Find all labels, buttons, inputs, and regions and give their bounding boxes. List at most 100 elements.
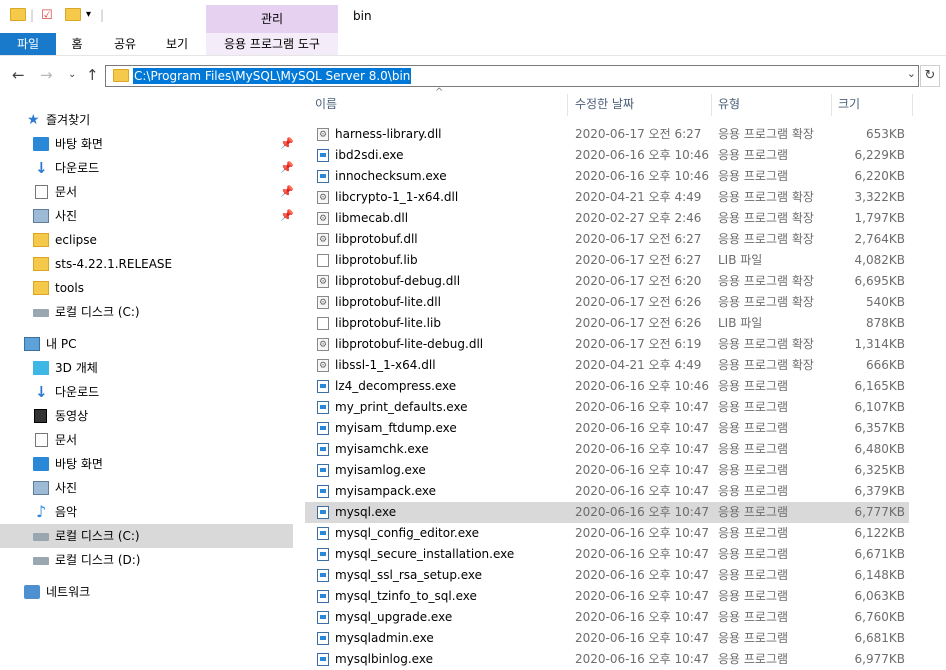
file-row[interactable]: mysql_ssl_rsa_setup.exe 2020-06-16 오후 10:…: [305, 565, 909, 586]
column-header-size[interactable]: 크기: [838, 92, 898, 116]
file-row[interactable]: libprotobuf.lib 2020-06-17 오전 6:27 LIB 파일 4…: [305, 250, 909, 271]
nav-item-tools[interactable]: tools: [0, 276, 293, 300]
file-size: 6,229KB: [854, 148, 905, 162]
file-row[interactable]: my_print_defaults.exe 2020-06-16 오후 10:47…: [305, 397, 909, 418]
file-row[interactable]: mysql_tzinfo_to_sql.exe 2020-06-16 오후 10:…: [305, 586, 909, 607]
nav-item-desktop[interactable]: 바탕 화면 📌: [0, 132, 294, 156]
file-name: libprotobuf-debug.dll: [335, 274, 461, 288]
nav-item-local-disk-c-quick[interactable]: 로컬 디스크 (C:): [0, 300, 293, 324]
nav-item-3d-objects[interactable]: 3D 개체: [0, 356, 293, 380]
nav-item-quick-access[interactable]: ★ 즐겨찾기: [0, 108, 293, 132]
download-icon: ↓: [35, 159, 48, 177]
file-size: 6,760KB: [854, 610, 905, 624]
properties-check-icon[interactable]: ☑: [41, 8, 53, 26]
file-date: 2020-06-16 오후 10:47: [575, 589, 710, 603]
file-row[interactable]: myisam_ftdump.exe 2020-06-16 오후 10:47 응용 프…: [305, 418, 909, 439]
file-row[interactable]: ibd2sdi.exe 2020-06-16 오후 10:46 응용 프로그램 6,2…: [305, 145, 909, 166]
file-date: 2020-06-16 오후 10:47: [575, 442, 710, 456]
file-type: 응용 프로그램: [718, 631, 789, 645]
file-type: 응용 프로그램 확장: [718, 232, 814, 246]
file-row[interactable]: libprotobuf-lite.lib 2020-06-17 오전 6:26 LI…: [305, 313, 909, 334]
column-divider[interactable]: [831, 94, 832, 116]
file-size: 6,671KB: [854, 547, 905, 561]
file-size: 6,977KB: [854, 652, 905, 666]
column-header-name[interactable]: 이름: [315, 92, 565, 116]
column-divider[interactable]: [567, 94, 568, 116]
chevron-down-icon[interactable]: ⌄: [907, 67, 916, 80]
folder-icon[interactable]: [10, 8, 26, 26]
file-row[interactable]: libprotobuf-debug.dll 2020-06-17 오전 6:20 응…: [305, 271, 909, 293]
nav-item-documents-pc[interactable]: 문서: [0, 428, 293, 452]
file-row[interactable]: mysql_upgrade.exe 2020-06-16 오후 10:47 응용 프…: [305, 607, 909, 628]
file-row[interactable]: libprotobuf.dll 2020-06-17 오전 6:27 응용 프로그램…: [305, 229, 909, 251]
file-icon: [317, 254, 329, 267]
forward-arrow-icon[interactable]: →: [40, 66, 53, 84]
nav-item-label: 바탕 화면: [55, 137, 103, 151]
column-header-type[interactable]: 유형: [718, 92, 828, 116]
file-row[interactable]: lz4_decompress.exe 2020-06-16 오후 10:46 응용 …: [305, 376, 909, 397]
tab-share[interactable]: 공유: [108, 33, 142, 55]
document-icon: [35, 185, 48, 199]
address-path[interactable]: C:\Program Files\MySQL\MySQL Server 8.0\…: [133, 68, 412, 84]
file-row[interactable]: libprotobuf-lite.dll 2020-06-17 오전 6:26 응용…: [305, 292, 909, 314]
file-type: 응용 프로그램 확장: [718, 127, 814, 141]
address-row: ← → ⌄ ↑ C:\Program Files\MySQL\MySQL Ser…: [0, 63, 946, 87]
file-name: libprotobuf-lite.lib: [335, 316, 441, 330]
address-bar[interactable]: C:\Program Files\MySQL\MySQL Server 8.0\…: [105, 65, 919, 87]
file-size: 653KB: [865, 127, 905, 141]
file-row[interactable]: mysql.exe 2020-06-16 오후 10:47 응용 프로그램 6,777…: [305, 502, 909, 523]
nav-item-pictures-pc[interactable]: 사진: [0, 476, 293, 500]
nav-item-downloads[interactable]: ↓ 다운로드 📌: [0, 156, 294, 180]
file-size: 6,148KB: [854, 568, 905, 582]
file-type: 응용 프로그램 확장: [718, 211, 814, 225]
nav-item-local-disk-c[interactable]: 로컬 디스크 (C:): [0, 524, 293, 548]
refresh-icon[interactable]: ↻: [920, 65, 940, 87]
file-date: 2020-02-27 오후 2:46: [575, 211, 702, 225]
file-date: 2020-06-16 오후 10:46: [575, 148, 710, 162]
file-row[interactable]: harness-library.dll 2020-06-17 오전 6:27 응용 …: [305, 124, 909, 146]
nav-item-documents[interactable]: 문서 📌: [0, 180, 294, 204]
back-arrow-icon[interactable]: ←: [12, 66, 25, 84]
tab-view[interactable]: 보기: [160, 33, 194, 55]
nav-item-pictures[interactable]: 사진 📌: [0, 204, 294, 228]
pictures-icon: [33, 481, 49, 495]
application-icon: [317, 464, 329, 477]
file-row[interactable]: mysqlbinlog.exe 2020-06-16 오후 10:47 응용 프로그…: [305, 649, 909, 670]
recent-dropdown-icon[interactable]: ⌄: [68, 69, 76, 80]
column-header-date[interactable]: 수정한 날짜: [575, 92, 710, 116]
file-row[interactable]: libssl-1_1-x64.dll 2020-04-21 오후 4:49 응용 프…: [305, 355, 909, 377]
nav-item-downloads-pc[interactable]: ↓ 다운로드: [0, 380, 293, 404]
column-divider[interactable]: [912, 94, 913, 116]
file-name: myisam_ftdump.exe: [335, 421, 457, 435]
column-divider[interactable]: [711, 94, 712, 116]
customize-dropdown-icon[interactable]: ▾: [86, 9, 91, 27]
tab-application-tools[interactable]: 응용 프로그램 도구: [206, 33, 338, 55]
file-row[interactable]: myisampack.exe 2020-06-16 오후 10:47 응용 프로그램…: [305, 481, 909, 502]
ribbon-tabs: 파일 홈 공유 보기 응용 프로그램 도구: [0, 33, 946, 56]
new-folder-icon[interactable]: [65, 8, 81, 26]
tab-home[interactable]: 홈: [62, 33, 92, 55]
file-row[interactable]: libmecab.dll 2020-02-27 오후 2:46 응용 프로그램 확장…: [305, 208, 909, 230]
file-row[interactable]: innochecksum.exe 2020-06-16 오후 10:46 응용 프로…: [305, 166, 909, 187]
file-row[interactable]: mysql_config_editor.exe 2020-06-16 오후 10:…: [305, 523, 909, 544]
file-row[interactable]: libcrypto-1_1-x64.dll 2020-04-21 오후 4:49 응…: [305, 187, 909, 209]
tab-manage[interactable]: 관리: [206, 5, 338, 33]
up-arrow-icon[interactable]: ↑: [86, 66, 99, 84]
file-row[interactable]: myisamchk.exe 2020-06-16 오후 10:47 응용 프로그램 6…: [305, 439, 909, 460]
vertical-scrollbar[interactable]: [928, 92, 946, 661]
file-size: 6,122KB: [854, 526, 905, 540]
tab-file[interactable]: 파일: [0, 33, 56, 55]
file-row[interactable]: libprotobuf-lite-debug.dll 2020-06-17 오전 …: [305, 334, 909, 356]
nav-item-local-disk-d[interactable]: 로컬 디스크 (D:): [0, 548, 293, 572]
file-row[interactable]: myisamlog.exe 2020-06-16 오후 10:47 응용 프로그램 6…: [305, 460, 909, 481]
nav-item-this-pc[interactable]: 내 PC: [0, 332, 293, 356]
nav-item-videos[interactable]: 동영상: [0, 404, 293, 428]
application-icon: [317, 632, 329, 645]
nav-item-music[interactable]: ♪ 음악: [0, 500, 293, 524]
nav-item-eclipse[interactable]: eclipse: [0, 228, 293, 252]
nav-item-desktop-pc[interactable]: 바탕 화면: [0, 452, 293, 476]
file-row[interactable]: mysql_secure_installation.exe 2020-06-16 …: [305, 544, 909, 565]
nav-item-network[interactable]: 네트워크: [0, 580, 293, 604]
nav-item-sts[interactable]: sts-4.22.1.RELEASE: [0, 252, 293, 276]
file-row[interactable]: mysqladmin.exe 2020-06-16 오후 10:47 응용 프로그램…: [305, 628, 909, 649]
